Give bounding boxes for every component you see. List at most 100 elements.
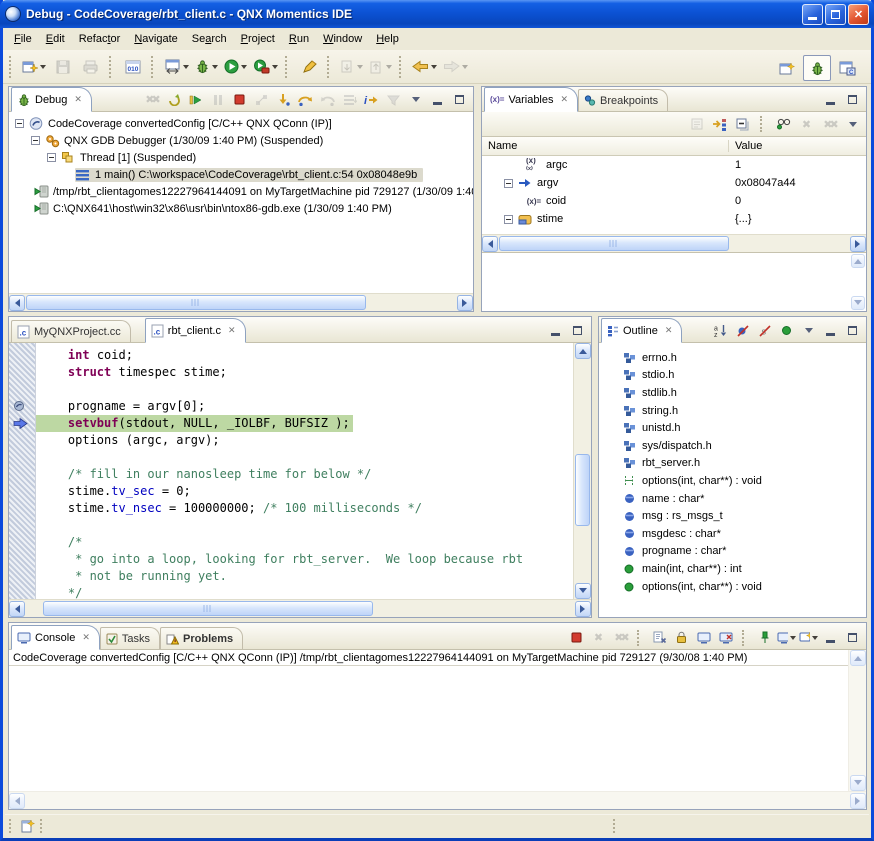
tab-tasks[interactable]: Tasks: [100, 627, 160, 649]
code-line[interactable]: [36, 517, 573, 534]
code-line[interactable]: [36, 449, 573, 466]
forward-button[interactable]: [440, 54, 471, 80]
back-dropdown[interactable]: [431, 65, 437, 69]
tab-breakpoints[interactable]: Breakpoints: [578, 89, 668, 111]
hide-static-members-button[interactable]: s: [755, 322, 774, 339]
toolbar-grip[interactable]: [285, 56, 291, 78]
fast-view-button[interactable]: [19, 818, 38, 835]
menu-window[interactable]: Window: [316, 30, 369, 48]
code-line[interactable]: stime.tv_sec = 0;: [36, 483, 573, 500]
menu-edit[interactable]: Edit: [39, 30, 72, 48]
debug-perspective-button[interactable]: [803, 55, 831, 81]
debug-maximize-button[interactable]: [450, 91, 469, 108]
scroll-up-button[interactable]: [575, 343, 591, 359]
tree-row[interactable]: /tmp/rbt_clientagomes12227964144091 on M…: [9, 183, 473, 200]
code-line[interactable]: */: [36, 585, 573, 599]
variable-row[interactable]: (x)⁽ˣ⁾argc 1: [482, 156, 866, 174]
tab-debug[interactable]: Debug ✕: [11, 87, 92, 112]
previous-annotation-button[interactable]: [366, 54, 395, 80]
tree-row[interactable]: Thread [1] (Suspended): [9, 149, 473, 166]
new-wizard-button[interactable]: [19, 54, 49, 80]
debug-dropdown[interactable]: [212, 65, 218, 69]
debug-view-menu-button[interactable]: [406, 91, 425, 108]
code-line[interactable]: /* fill in our nanosleep time for below …: [36, 466, 573, 483]
outline-item[interactable]: main(int, char**) : int: [599, 560, 866, 578]
tab-variables[interactable]: (x)= Variables ✕: [484, 87, 578, 112]
outline-item[interactable]: progname : char*: [599, 543, 866, 561]
add-global-variables-button[interactable]: [710, 116, 729, 133]
editor-tab-close-icon[interactable]: ✕: [228, 325, 236, 336]
outline-item[interactable]: msgdesc : char*: [599, 525, 866, 543]
tree-row[interactable]: 1 main() C:\workspace\CodeCoverage\rbt_c…: [9, 166, 473, 183]
outline-item[interactable]: unistd.h: [599, 419, 866, 437]
menu-help[interactable]: Help: [369, 30, 406, 48]
toolbar-grip[interactable]: [9, 56, 15, 78]
scroll-thumb[interactable]: [26, 295, 366, 310]
resume-button[interactable]: [186, 91, 205, 108]
run-button[interactable]: [221, 54, 250, 80]
editor-hscrollbar[interactable]: [9, 599, 591, 617]
variable-row[interactable]: (x)=coid 0: [482, 192, 866, 210]
menu-project[interactable]: Project: [234, 30, 282, 48]
toolbar-grip[interactable]: [327, 56, 333, 78]
outline-item[interactable]: name : char*: [599, 490, 866, 508]
code-line[interactable]: int coid;: [36, 347, 573, 364]
console-minimize-button[interactable]: [821, 629, 840, 646]
collapse-toggle[interactable]: [15, 119, 24, 128]
remove-all-terminated-button[interactable]: ✖✖: [611, 629, 630, 646]
outline-item[interactable]: stdio.h: [599, 367, 866, 385]
drop-to-frame-button[interactable]: [340, 91, 359, 108]
outline-view-menu-button[interactable]: [799, 322, 818, 339]
remove-selected-button[interactable]: ✖: [797, 116, 816, 133]
profile-dropdown[interactable]: [272, 65, 278, 69]
variable-row[interactable]: stime {...}: [482, 210, 866, 228]
scroll-right-button[interactable]: [457, 295, 473, 311]
instruction-stepping-button[interactable]: i: [362, 91, 381, 108]
show-stdout-changes-button[interactable]: [694, 629, 713, 646]
variables-detail-pane[interactable]: [482, 252, 866, 311]
toolbar-grip[interactable]: [399, 56, 405, 78]
next-annotation-dropdown[interactable]: [357, 65, 363, 69]
outline-tab-close-icon[interactable]: ✕: [665, 325, 673, 336]
scroll-down-button[interactable]: [851, 296, 865, 310]
disconnect-button[interactable]: [252, 91, 271, 108]
step-over-button[interactable]: [296, 91, 315, 108]
debug-minimize-button[interactable]: [428, 91, 447, 108]
scroll-left-button[interactable]: [482, 236, 498, 252]
outline-maximize-button[interactable]: [843, 322, 862, 339]
step-return-button[interactable]: [318, 91, 337, 108]
tree-row[interactable]: C:\QNX641\host\win32\x86\usr\bin\ntox86-…: [9, 200, 473, 217]
tab-problems[interactable]: Problems: [160, 627, 243, 649]
code-line[interactable]: * go into a loop, looking for rbt_server…: [36, 551, 573, 568]
show-type-names-button[interactable]: [687, 116, 706, 133]
show-stderr-changes-button[interactable]: [716, 629, 735, 646]
selected-stack-frame[interactable]: 1 main() C:\workspace\CodeCoverage\rbt_c…: [75, 168, 423, 182]
expand-toggle[interactable]: [504, 215, 513, 224]
target-navigator-button[interactable]: [161, 54, 192, 80]
editor-marker-ruler[interactable]: [9, 343, 36, 599]
scroll-up-button[interactable]: [851, 254, 865, 268]
console-vscrollbar[interactable]: [848, 650, 866, 791]
hide-non-public-button[interactable]: [777, 322, 796, 339]
scroll-left-button[interactable]: [9, 295, 25, 311]
restart-button[interactable]: [164, 91, 183, 108]
scroll-up-button[interactable]: [850, 650, 866, 666]
scroll-down-button[interactable]: [575, 583, 591, 599]
expand-toggle[interactable]: [504, 179, 513, 188]
back-button[interactable]: [409, 54, 440, 80]
editor-vscrollbar[interactable]: [573, 343, 591, 599]
code-line[interactable]: progname = argv[0];: [36, 398, 573, 415]
display-selected-console-button[interactable]: [777, 629, 796, 646]
remove-launch-button[interactable]: ✖: [589, 629, 608, 646]
menu-search[interactable]: Search: [185, 30, 234, 48]
tree-row[interactable]: QNX GDB Debugger (1/30/09 1:40 PM) (Susp…: [9, 132, 473, 149]
new-wizard-dropdown[interactable]: [40, 65, 46, 69]
code-line[interactable]: /*: [36, 534, 573, 551]
code-line[interactable]: stime.tv_nsec = 100000000; /* 100 millis…: [36, 500, 573, 517]
print-button[interactable]: [77, 54, 105, 80]
watch-expression-button[interactable]: [774, 116, 793, 133]
editor-maximize-button[interactable]: [568, 322, 587, 339]
toolbar-grip[interactable]: [151, 56, 157, 78]
step-into-button[interactable]: [274, 91, 293, 108]
scroll-left-button[interactable]: [9, 601, 25, 617]
